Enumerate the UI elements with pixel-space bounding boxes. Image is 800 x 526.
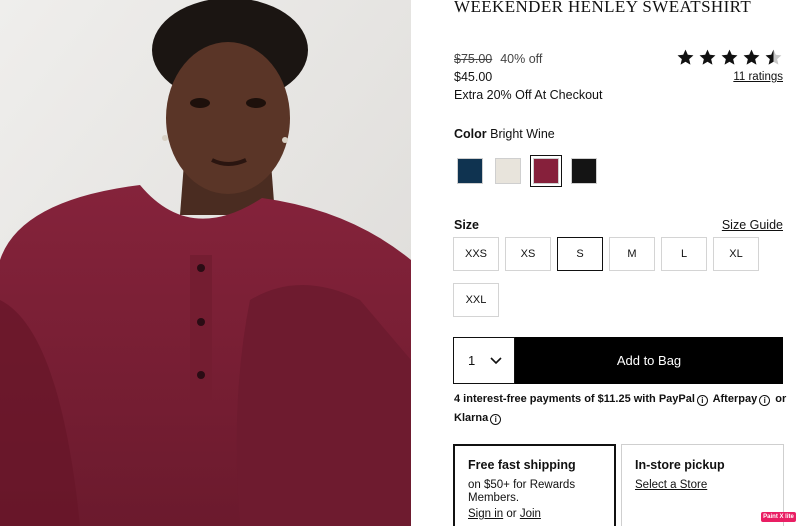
or-text: or xyxy=(506,508,517,520)
extension-badge[interactable]: Paint X lite xyxy=(761,512,796,522)
sign-in-link[interactable]: Sign in xyxy=(468,508,503,520)
star-icon xyxy=(743,49,760,65)
select-store-link[interactable]: Select a Store xyxy=(635,479,707,491)
half-star-icon xyxy=(765,49,782,65)
info-icon[interactable]: i xyxy=(696,395,708,406)
shipping-desc: on $50+ for Rewards Members. xyxy=(468,479,576,504)
or-text: or xyxy=(775,393,787,405)
size-option-s[interactable]: S xyxy=(557,237,603,271)
swatch-fill xyxy=(533,158,559,184)
color-swatch-cream[interactable] xyxy=(492,155,524,187)
product-title: WEEKENDER HENLEY SWEATSHIRT xyxy=(454,0,752,16)
add-to-bag-button[interactable]: Add to Bag xyxy=(515,337,783,384)
size-option-xs[interactable]: XS xyxy=(505,237,551,271)
quantity-select[interactable]: 1 xyxy=(453,337,515,384)
swatch-fill xyxy=(457,158,483,184)
size-option-m[interactable]: M xyxy=(609,237,655,271)
size-option-xxl[interactable]: XXL xyxy=(453,283,499,317)
shipping-option-card[interactable]: Free fast shipping on $50+ for Rewards M… xyxy=(453,444,616,526)
color-label: Color Bright Wine xyxy=(454,127,555,141)
original-price: $75.00 xyxy=(454,52,493,66)
size-options: XXS XS S M L XL XXL xyxy=(453,237,773,317)
rating: 11 ratings xyxy=(676,48,783,85)
star-icon xyxy=(677,49,694,65)
current-price: $45.00 xyxy=(454,70,493,84)
price-block: $75.00 40% off $45.00 Extra 20% Off At C… xyxy=(454,50,602,104)
model-illustration xyxy=(0,0,411,526)
selected-color-name: Bright Wine xyxy=(490,127,555,141)
size-option-xxs[interactable]: XXS xyxy=(453,237,499,271)
star-icon xyxy=(721,49,738,65)
swatch-fill xyxy=(495,158,521,184)
percent-off: 40% off xyxy=(500,52,543,66)
payment-options: 4 interest-free payments of $11.25 with … xyxy=(454,390,789,428)
klarna-label: Klarna xyxy=(454,412,489,424)
size-guide-link[interactable]: Size Guide xyxy=(722,218,783,232)
chevron-down-icon xyxy=(490,356,502,364)
pickup-option-card[interactable]: In-store pickup Select a Store xyxy=(621,444,784,526)
afterpay-label: Afterpay xyxy=(712,393,758,405)
size-option-xl[interactable]: XL xyxy=(713,237,759,271)
join-link[interactable]: Join xyxy=(520,508,541,520)
quantity-value: 1 xyxy=(468,353,476,368)
shipping-title: Free fast shipping xyxy=(468,458,576,472)
paypal-label: PayPal xyxy=(658,393,695,405)
color-swatches xyxy=(454,155,600,187)
pickup-title: In-store pickup xyxy=(635,458,725,472)
size-option-l[interactable]: L xyxy=(661,237,707,271)
payment-text: 4 interest-free payments of $11.25 with xyxy=(454,393,656,405)
ratings-link[interactable]: 11 ratings xyxy=(733,71,783,83)
swatch-fill xyxy=(571,158,597,184)
promo-text: Extra 20% Off At Checkout xyxy=(454,88,603,102)
size-label: Size xyxy=(454,218,480,232)
info-icon[interactable]: i xyxy=(759,395,771,406)
color-swatch-black[interactable] xyxy=(568,155,600,187)
star-rating[interactable] xyxy=(676,48,783,67)
color-swatch-bright-wine[interactable] xyxy=(530,155,562,187)
color-swatch-navy[interactable] xyxy=(454,155,486,187)
product-image[interactable] xyxy=(0,0,411,526)
color-key: Color xyxy=(454,127,487,141)
info-icon[interactable]: i xyxy=(490,414,502,425)
star-icon xyxy=(699,49,716,65)
